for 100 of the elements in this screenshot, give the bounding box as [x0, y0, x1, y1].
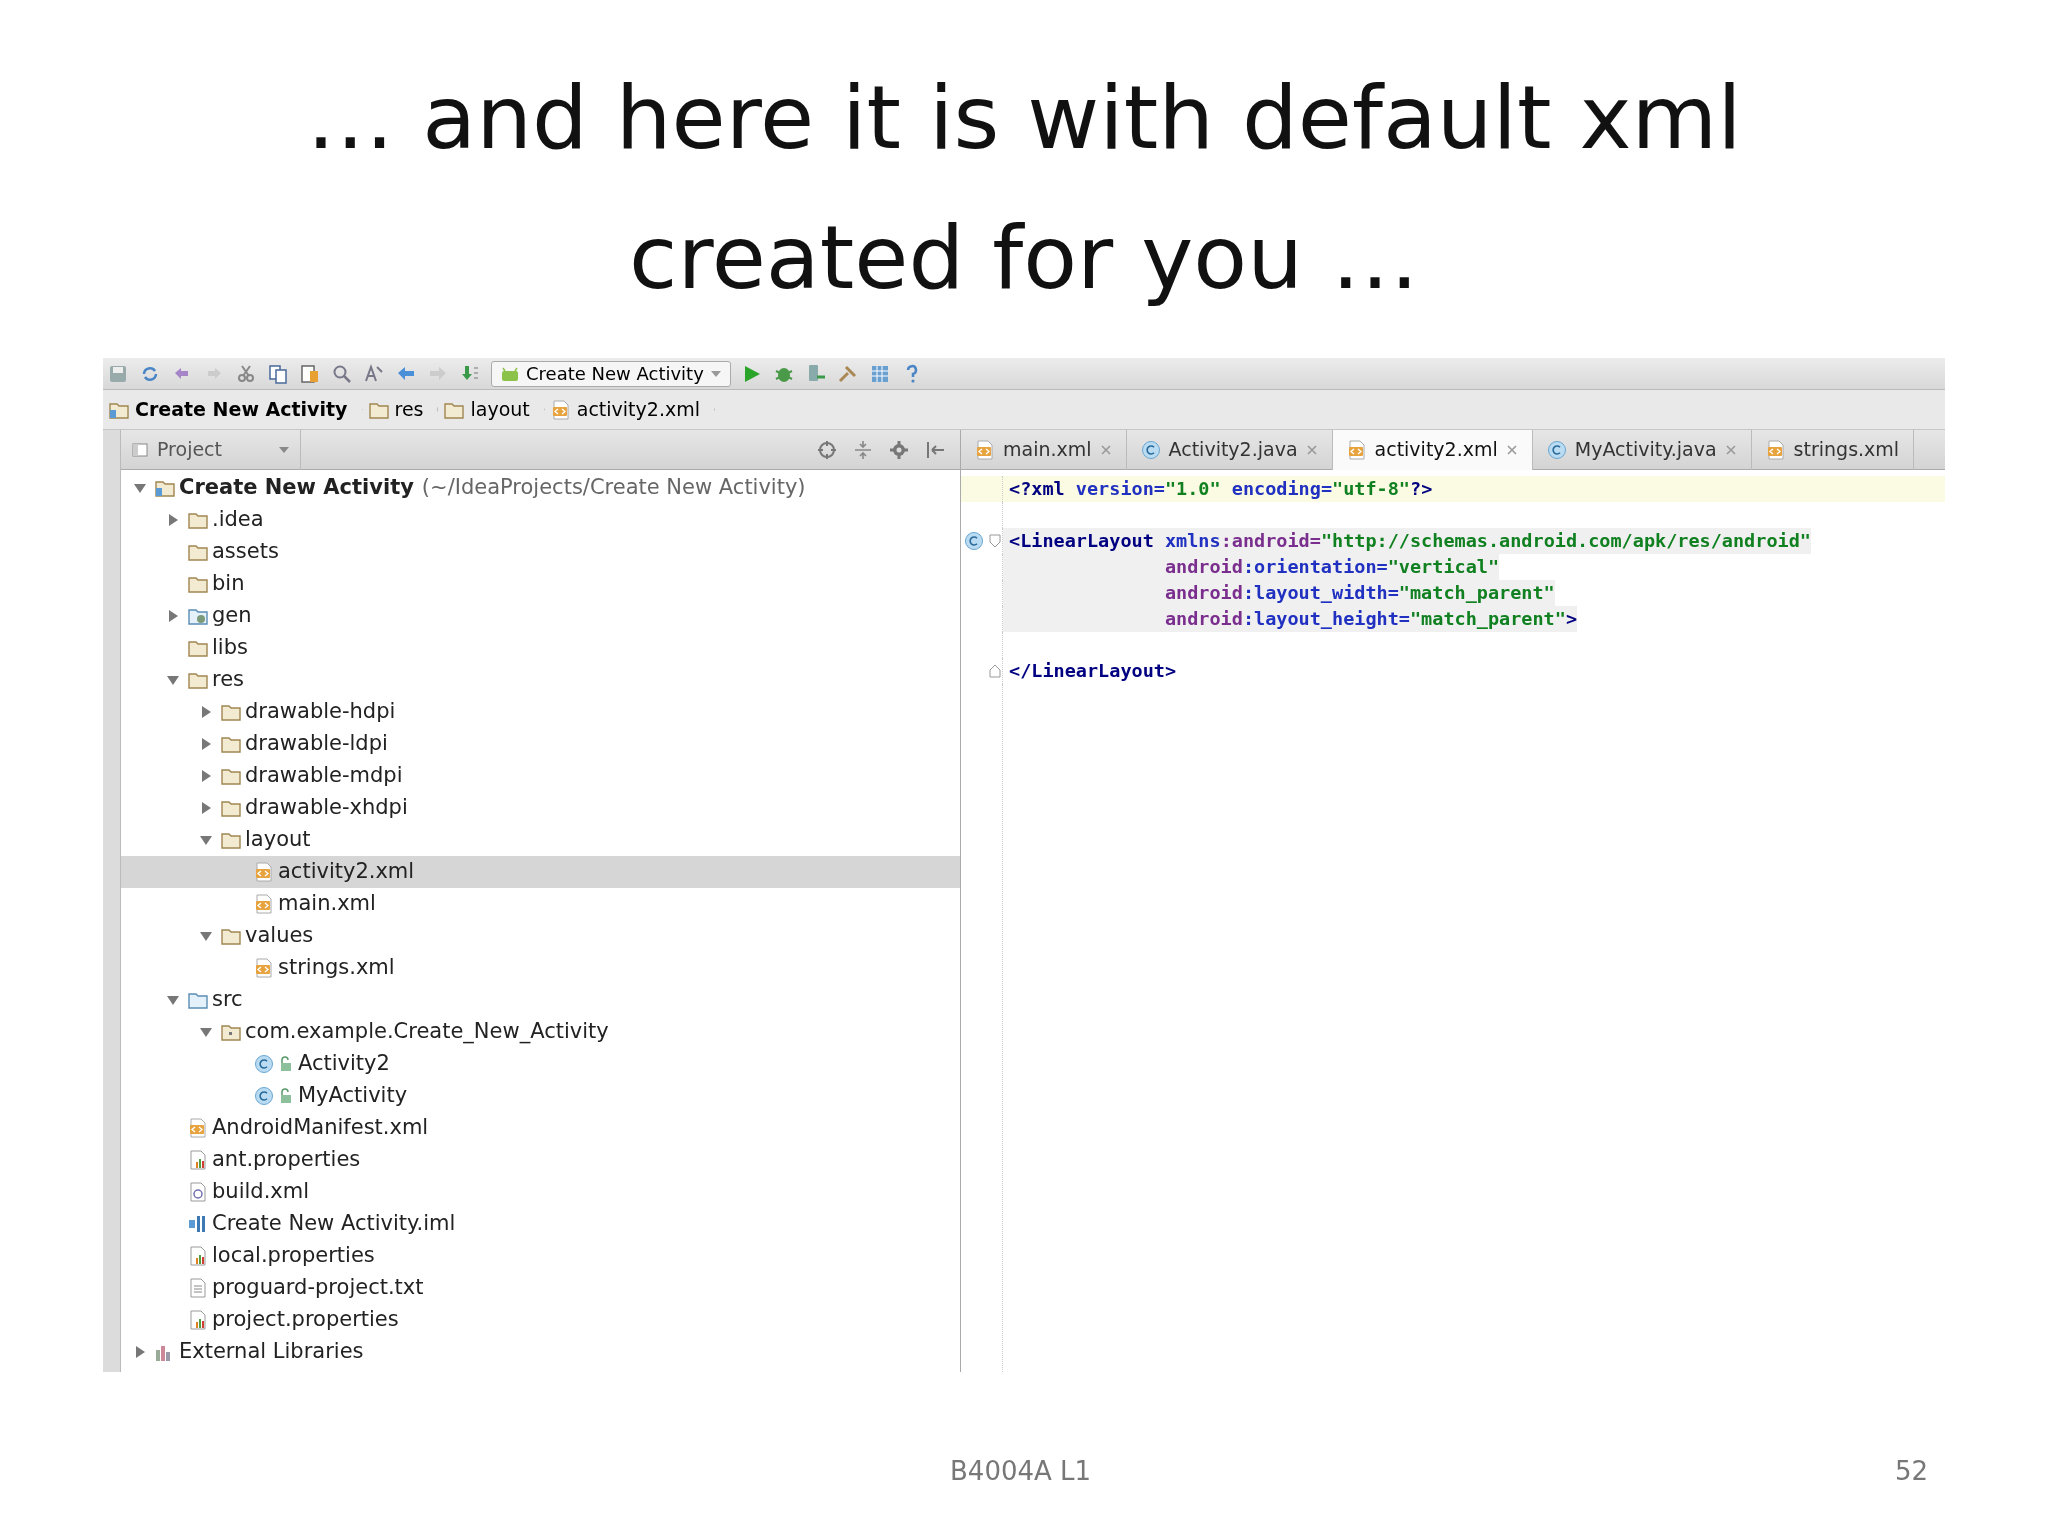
tree-item[interactable]: .idea	[121, 504, 960, 536]
class-icon	[254, 1086, 274, 1106]
fold-marker-icon[interactable]	[988, 534, 1001, 548]
xml-file-icon	[1346, 439, 1367, 460]
folder-icon	[221, 798, 241, 818]
tree-item[interactable]: gen	[121, 600, 960, 632]
expanded-arrow-icon[interactable]	[166, 993, 180, 1007]
lock-icon	[278, 1086, 294, 1106]
collapsed-arrow-icon[interactable]	[166, 609, 180, 623]
panel-icon	[131, 440, 149, 459]
folder-icon	[188, 670, 208, 690]
copy-icon[interactable]	[267, 362, 289, 385]
tree-item[interactable]: assets	[121, 536, 960, 568]
tree-item[interactable]: res	[121, 664, 960, 696]
expanded-arrow-icon[interactable]	[166, 673, 180, 687]
expanded-arrow-icon[interactable]	[199, 833, 213, 847]
folder-icon	[221, 766, 241, 786]
expanded-arrow-icon[interactable]	[133, 481, 147, 495]
tree-item[interactable]: ant.properties	[121, 1144, 960, 1176]
editor-tab[interactable]: main.xml	[961, 429, 1127, 470]
editor-tab[interactable]: Activity2.java	[1126, 429, 1333, 470]
android-icon	[500, 365, 520, 382]
folder-icon	[188, 638, 208, 658]
editor-tab[interactable]: activity2.xml	[1332, 429, 1533, 470]
tree-item[interactable]: MyActivity	[121, 1080, 960, 1112]
folder-icon	[221, 734, 241, 754]
page-number: 52	[1894, 1454, 1928, 1488]
editor-tab[interactable]: strings.xml	[1751, 429, 1915, 470]
collapse-icon[interactable]	[852, 438, 874, 461]
tree-item[interactable]: strings.xml	[121, 952, 960, 984]
folder-icon	[188, 574, 208, 594]
tree-item[interactable]: libs	[121, 632, 960, 664]
slide-footer: B4004A L1	[950, 1451, 1092, 1491]
tree-item[interactable]: build.xml	[121, 1176, 960, 1208]
xml-file-icon	[188, 1118, 208, 1138]
tree-item[interactable]: drawable-mdpi	[121, 760, 960, 792]
module-icon	[188, 1214, 208, 1234]
crosshair-icon[interactable]	[816, 438, 838, 461]
folder-icon	[188, 990, 208, 1010]
chart-file-icon	[188, 1310, 208, 1330]
tree-item[interactable]: Create New Activity.iml	[121, 1208, 960, 1240]
class-icon	[1140, 439, 1161, 460]
tree-item[interactable]: values	[121, 920, 960, 952]
folder-icon	[221, 926, 241, 946]
tree-item[interactable]: local.properties	[121, 1240, 960, 1272]
fold-marker-icon[interactable]	[988, 664, 1001, 678]
run-configuration-dropdown[interactable]: Create New Activity	[491, 360, 731, 387]
class-icon	[254, 1054, 274, 1074]
tree-item[interactable]: proguard-project.txt	[121, 1272, 960, 1304]
folder-icon	[221, 702, 241, 722]
xml-file-icon	[254, 894, 274, 914]
tree-item[interactable]: drawable-hdpi	[121, 696, 960, 728]
collapsed-arrow-icon[interactable]	[199, 801, 213, 815]
breadcrumb[interactable]: res	[362, 389, 439, 430]
code-line: </LinearLayout>	[1008, 659, 1177, 684]
collapsed-arrow-icon[interactable]	[199, 737, 213, 751]
folder-icon	[188, 542, 208, 562]
breadcrumb[interactable]: layout	[438, 389, 545, 430]
close-icon[interactable]	[1099, 443, 1112, 456]
xml-file-icon	[1765, 439, 1786, 460]
folder-icon	[188, 510, 208, 530]
tree-item[interactable]: drawable-ldpi	[121, 728, 960, 760]
tree-item[interactable]: AndroidManifest.xml	[121, 1112, 960, 1144]
collapsed-arrow-icon[interactable]	[199, 769, 213, 783]
tree-item[interactable]: layout	[121, 824, 960, 856]
breadcrumb[interactable]: activity2.xml	[544, 389, 715, 430]
folder-icon	[155, 478, 175, 498]
close-icon[interactable]	[1724, 443, 1737, 456]
collapsed-arrow-icon[interactable]	[166, 513, 180, 527]
editor-tab[interactable]: MyActivity.java	[1532, 429, 1752, 470]
chart-file-icon	[188, 1150, 208, 1170]
tree-item[interactable]: bin	[121, 568, 960, 600]
tree-item[interactable]: project.properties	[121, 1304, 960, 1336]
tree-item[interactable]: src	[121, 984, 960, 1016]
slide-title: … and here it is with default xml created for you …	[305, 65, 1743, 311]
tree-item[interactable]: com.example.Create_New_Activity	[121, 1016, 960, 1048]
file-icon	[188, 1182, 208, 1202]
tree-item[interactable]: External Libraries	[121, 1336, 960, 1368]
tree-item[interactable]: Create New Activity (~/IdeaProjects/Create New Activity)	[121, 472, 960, 504]
tree-item[interactable]: Activity2	[121, 1048, 960, 1080]
caret-icon	[709, 368, 722, 379]
chart-file-icon	[188, 1246, 208, 1266]
xml-file-icon	[254, 862, 274, 882]
expanded-arrow-icon[interactable]	[199, 929, 213, 943]
tree-item[interactable]: activity2.xml	[121, 856, 960, 888]
settings-icon[interactable]	[888, 438, 910, 461]
class-icon	[1546, 439, 1567, 460]
close-icon[interactable]	[1305, 443, 1318, 456]
paste-icon[interactable]	[299, 362, 321, 385]
folder-icon	[188, 606, 208, 626]
collapsed-arrow-icon[interactable]	[199, 705, 213, 719]
collapsed-arrow-icon[interactable]	[133, 1345, 147, 1359]
folder-icon	[221, 830, 241, 850]
lock-icon	[278, 1054, 294, 1074]
breadcrumb[interactable]: Create New Activity	[103, 389, 363, 430]
text-file-icon	[188, 1278, 208, 1298]
expanded-arrow-icon[interactable]	[199, 1025, 213, 1039]
tree-item[interactable]: main.xml	[121, 888, 960, 920]
close-icon[interactable]	[1505, 443, 1518, 456]
tree-item[interactable]: drawable-xhdpi	[121, 792, 960, 824]
